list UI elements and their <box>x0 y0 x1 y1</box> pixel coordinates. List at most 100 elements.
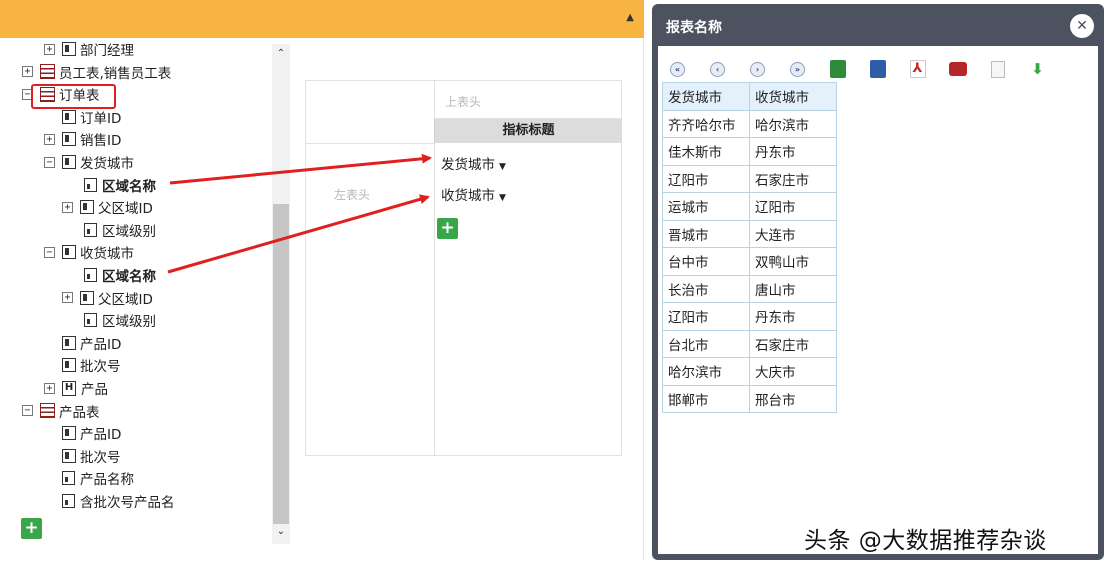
tree-item[interactable]: 区域名称 <box>84 174 156 196</box>
prev-page-icon: ‹ <box>710 61 725 77</box>
field-icon <box>62 426 76 441</box>
first-page-button[interactable]: « <box>668 60 687 79</box>
tree-item[interactable]: 区域名称 <box>84 264 156 286</box>
left-header-dropzone[interactable]: 左表头 <box>306 143 434 456</box>
table-row: 佳木斯市 丹东市 <box>662 137 837 166</box>
export-word-button[interactable] <box>868 60 887 79</box>
table-row: 晋城市 大连市 <box>662 219 837 248</box>
tree-item-label: 批次号 <box>80 359 121 376</box>
tree-item[interactable]: + 父区域ID <box>62 287 153 309</box>
file-icon <box>990 60 1005 78</box>
report-designer-panel: ▲ + 部门经理 + 员工表,销售员工表 − 订单表 订单ID + 销售ID − 发货城市 区域名称 +… <box>0 0 644 560</box>
export-file-button[interactable] <box>988 60 1007 79</box>
tree-item[interactable]: + 员工表,销售员工表 <box>22 61 171 83</box>
column-icon <box>84 177 97 192</box>
export-excel-button[interactable] <box>828 60 847 79</box>
field-icon <box>62 109 76 124</box>
excel-icon <box>829 60 846 78</box>
tree-item[interactable]: + 父区域ID <box>62 196 153 218</box>
expand-icon[interactable]: + <box>44 133 55 145</box>
scroll-up-icon[interactable]: ⌃ <box>272 48 290 62</box>
table-cell: 大庆市 <box>749 357 837 386</box>
tree-item[interactable]: 区域级别 <box>84 219 156 241</box>
tree-item-label: 父区域ID <box>98 201 153 218</box>
table-row: 运城市 辽阳市 <box>662 192 837 221</box>
tree-item-label: 产品表 <box>59 404 100 421</box>
preview-toolbar: « ‹ › » ⅄ ⬇ <box>668 58 1068 80</box>
table-cell: 哈尔滨市 <box>662 357 750 386</box>
tree-item-label: 产品名称 <box>80 472 134 489</box>
next-page-button[interactable]: › <box>748 60 767 79</box>
field-icon <box>62 155 76 169</box>
collapse-icon[interactable]: − <box>44 156 55 168</box>
tree-add-button[interactable]: + <box>21 518 42 539</box>
dimension-field-receive-city[interactable]: 收货城市 ▼ <box>441 184 506 204</box>
tree-item[interactable]: + 销售ID <box>44 128 121 150</box>
tree-item[interactable]: 含批次号产品名 <box>62 490 175 512</box>
left-header-label: 左表头 <box>334 188 371 202</box>
tree-item-label: 批次号 <box>80 449 121 466</box>
first-page-icon: « <box>670 61 685 77</box>
tree-item[interactable]: + 部门经理 <box>44 38 134 60</box>
collapse-icon[interactable]: − <box>22 405 33 417</box>
table-row: 辽阳市 丹东市 <box>662 302 837 331</box>
caret-down-icon[interactable]: ▼ <box>499 193 506 203</box>
dimension-field-ship-city[interactable]: 发货城市 ▼ <box>441 153 506 173</box>
tree-item-label: 销售ID <box>80 133 122 150</box>
field-icon <box>80 200 94 215</box>
tree-item[interactable]: 批次号 <box>62 445 121 467</box>
print-icon <box>948 62 967 76</box>
tree-item[interactable]: + H 产品 <box>44 377 108 399</box>
table-cell: 邯郸市 <box>662 384 750 413</box>
field-icon <box>62 245 76 260</box>
expand-icon[interactable]: + <box>62 292 73 304</box>
tree-item[interactable]: 批次号 <box>62 354 121 376</box>
scroll-thumb[interactable] <box>273 204 289 524</box>
tree-item[interactable]: − 发货城市 <box>44 151 134 173</box>
export-pdf-button[interactable]: ⅄ <box>908 60 927 79</box>
tree-item[interactable]: 订单ID <box>62 106 121 128</box>
add-field-button[interactable]: + <box>437 218 458 239</box>
tree-item[interactable]: − 收货城市 <box>44 241 134 263</box>
table-cell: 唐山市 <box>749 274 837 303</box>
close-icon[interactable]: ✕ <box>1070 14 1094 38</box>
tree-item-label: 订单ID <box>80 110 122 127</box>
tree-item[interactable]: 产品ID <box>62 332 121 354</box>
print-button[interactable] <box>948 60 967 79</box>
tree-item-label: 收货城市 <box>80 246 134 263</box>
last-page-button[interactable]: » <box>788 60 807 79</box>
tree-item-label: 发货城市 <box>80 156 134 172</box>
hierarchy-icon: H <box>62 380 76 396</box>
table-cell: 大连市 <box>749 219 837 248</box>
top-header-dropzone[interactable]: 上表头 <box>434 81 622 119</box>
table-row: 哈尔滨市 大庆市 <box>662 357 837 386</box>
download-button[interactable]: ⬇ <box>1028 60 1047 79</box>
dialog-body: « ‹ › » ⅄ ⬇ 发货城市 收货城市 齐齐哈尔市 哈尔滨市 佳木斯市 丹东市 辽阳… <box>658 46 1098 554</box>
tree-scrollbar[interactable]: ⌃ ⌄ <box>272 44 290 544</box>
collapse-up-icon[interactable]: ▲ <box>626 12 634 23</box>
expand-icon[interactable]: + <box>22 66 33 78</box>
table-cell: 辽阳市 <box>662 302 750 331</box>
caret-down-icon[interactable]: ▼ <box>499 162 506 172</box>
table-cell: 哈尔滨市 <box>749 109 837 138</box>
field-icon <box>62 358 76 373</box>
tree-item[interactable]: 区域级别 <box>84 309 156 331</box>
tree-item[interactable]: − 产品表 <box>22 400 100 422</box>
arrow-down-icon: ⬇ <box>1031 60 1044 78</box>
result-table: 发货城市 收货城市 齐齐哈尔市 哈尔滨市 佳木斯市 丹东市 辽阳市 石家庄市 运城市 辽阳市晋… <box>662 82 837 413</box>
indicator-title-header[interactable]: 指标标题 <box>434 119 622 143</box>
scroll-down-icon[interactable]: ⌄ <box>272 526 290 540</box>
field-icon <box>62 42 76 56</box>
expand-icon[interactable]: + <box>44 382 55 394</box>
table-cell: 台中市 <box>662 247 750 276</box>
top-header-label: 上表头 <box>445 95 482 109</box>
column-icon <box>62 471 75 486</box>
prev-page-button[interactable]: ‹ <box>708 60 727 79</box>
expand-icon[interactable]: + <box>44 43 55 55</box>
collapse-icon[interactable]: − <box>44 246 55 258</box>
tree-item[interactable]: 产品名称 <box>62 467 134 489</box>
column-icon <box>62 494 75 508</box>
expand-icon[interactable]: + <box>62 201 73 213</box>
tree-item[interactable]: 产品ID <box>62 422 121 444</box>
table-header-row: 发货城市 收货城市 <box>662 82 837 111</box>
